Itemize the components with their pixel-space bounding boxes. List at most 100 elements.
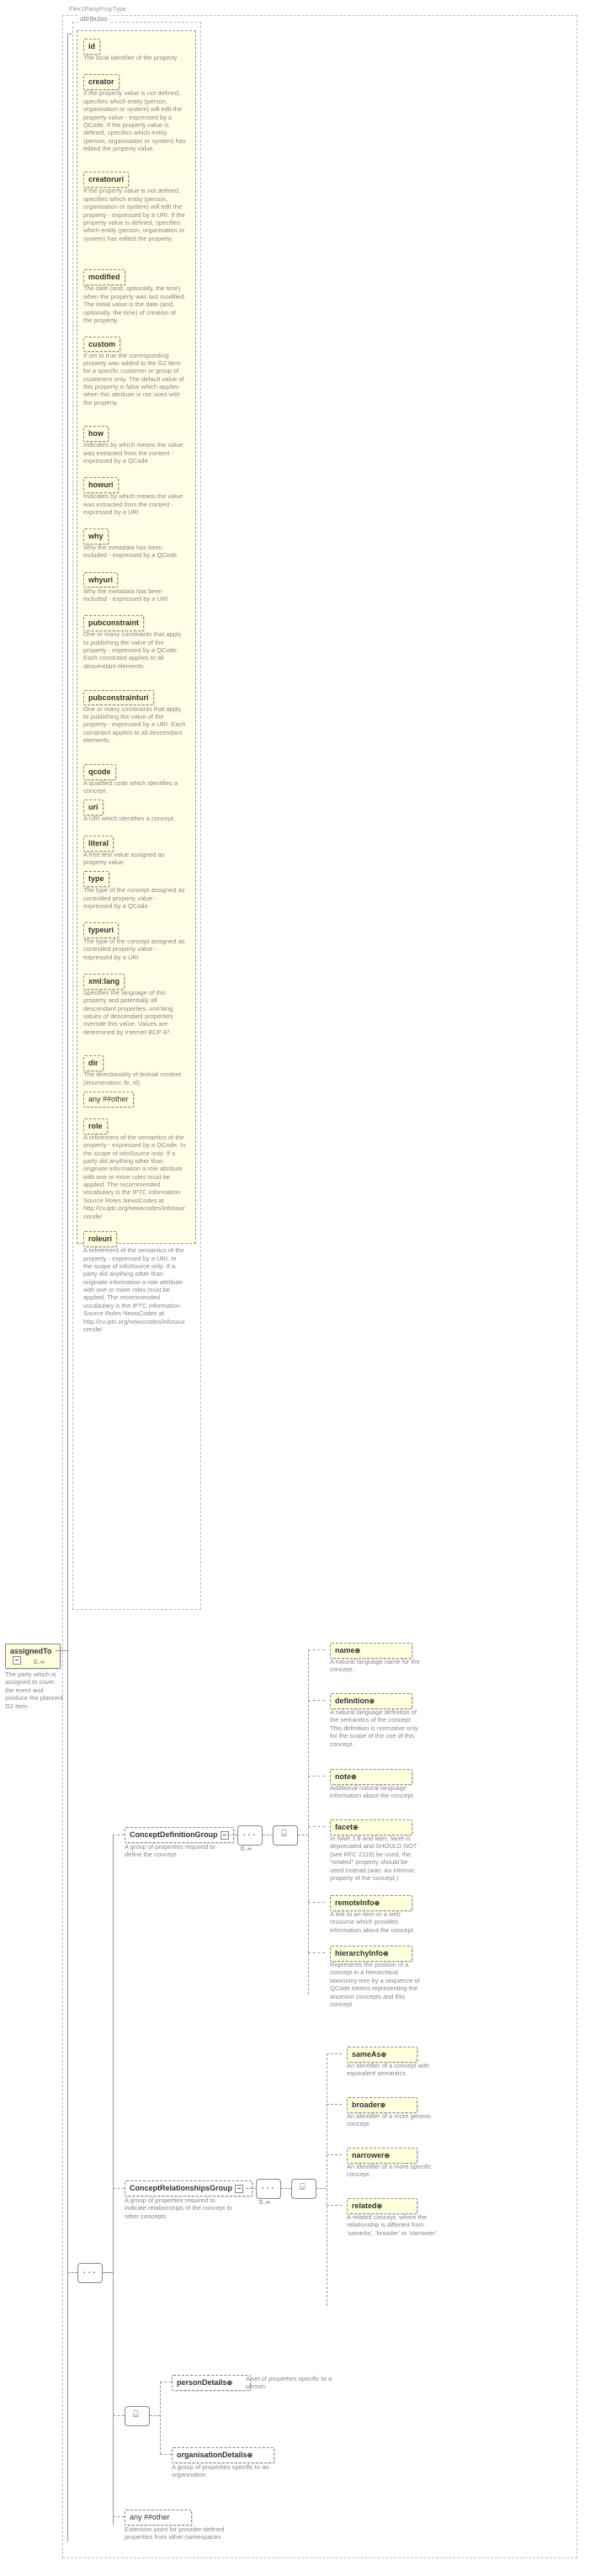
attr-pubconstrainturi-desc: One or many constraints that apply to pu… — [83, 705, 186, 745]
conn-choice-h — [113, 2415, 125, 2416]
conn-seq-h — [67, 2272, 77, 2273]
attr-uri: uri — [83, 799, 104, 815]
attr-howuri-desc: Indicates by which means the value was e… — [83, 492, 186, 516]
attr-dir-desc: The directionality of textual content (e… — [83, 1070, 186, 1086]
cdg-desc: A group of properties required to define… — [125, 1843, 224, 1859]
attr-creatoruri: creatoruri — [83, 172, 129, 188]
attr-whyuri: whyuri — [83, 572, 118, 588]
ConceptRelationshipsGroup-box: ConceptRelationshipsGroup− — [125, 2180, 252, 2196]
attr-dir: dir — [83, 1055, 104, 1071]
crg-occ: 0..∞ — [259, 2200, 270, 2206]
any-bottom-name: any ##other — [130, 2513, 170, 2521]
cdg-definition: definition⊕ — [330, 1693, 412, 1709]
cdg-note-desc: Additional natural language information … — [330, 1784, 423, 1800]
attr-roleuri: roleuri — [83, 1231, 117, 1247]
conn-seq-v — [113, 1835, 114, 2525]
crg-broader-desc: An identifier of a more generic concept. — [347, 2112, 439, 2128]
attr-creator: creator — [83, 74, 120, 90]
attr-why: why — [83, 528, 109, 544]
attr-any ##other: any ##other — [83, 1091, 134, 1107]
cdg-seq — [237, 1825, 263, 1846]
crg-name: ConceptRelationshipsGroup — [130, 2184, 232, 2192]
cdg-name: name⊕ — [330, 1643, 412, 1659]
attr-howuri: howuri — [83, 477, 119, 493]
attr-typeuri-desc: The type of the concept assigned as cont… — [83, 937, 186, 961]
conn-seq-h2 — [103, 2272, 113, 2273]
ConceptDefinitionGroup-box: ConceptDefinitionGroup− — [125, 1827, 234, 1843]
any-bottom-box: any ##other — [125, 2510, 192, 2526]
cdg-name-desc: A natural language name for the concept. — [330, 1658, 423, 1674]
cdg-h-note — [308, 1776, 325, 1777]
od-name: organisationDetails — [177, 2451, 247, 2459]
attr-id: id — [83, 39, 100, 55]
attr-how: how — [83, 426, 109, 442]
attr-pubconstraint: pubconstraint — [83, 615, 144, 631]
root-name: assignedTo — [10, 1647, 51, 1655]
cdg-note: note⊕ — [330, 1769, 412, 1785]
attr-typeuri: typeuri — [83, 922, 119, 938]
attr-why-desc: Why the metadata has been included - exp… — [83, 544, 186, 560]
choice-out-h — [150, 2415, 160, 2416]
crg-out-h — [246, 2188, 256, 2189]
root-occ: 0..∞ — [34, 1660, 45, 1665]
cdg-name: ConceptDefinitionGroup — [130, 1830, 218, 1839]
conn-attrframe — [67, 34, 72, 35]
crg-h-sameAs — [327, 2053, 342, 2054]
personDetails-box: personDetails⊕ — [172, 2375, 251, 2391]
crg-seq-h2 — [281, 2188, 291, 2189]
cdg-h-facet — [308, 1826, 325, 1827]
attr-type-desc: The type of the concept assigned as cont… — [83, 886, 186, 910]
sequence-connector — [77, 2263, 103, 2283]
attr-creatoruri-desc: If the property value is not defined, sp… — [83, 187, 186, 242]
attr-qcode: qcode — [83, 764, 116, 780]
attr-custom: custom — [83, 337, 120, 353]
attr-creator-desc: If the property value is not defined, sp… — [83, 89, 186, 152]
any-bottom-desc: Extension point for provider-defined pro… — [125, 2526, 226, 2541]
attr-custom-desc: If set to true the corresponding propert… — [83, 352, 186, 407]
crg-sameAs: sameAs⊕ — [347, 2047, 417, 2063]
attr-xml:lang-desc: Specifies the language of this property … — [83, 989, 186, 1036]
cdg-h-hierarchyInfo — [308, 1952, 325, 1953]
pd-name: personDetails — [177, 2378, 227, 2387]
crg-h-narrower — [327, 2154, 342, 2155]
attr-roleuri-desc: A refinement of the semantics of the pro… — [83, 1246, 186, 1333]
conn-crg-h — [113, 2188, 125, 2189]
crg-choice-h — [316, 2188, 327, 2189]
cdg-h-remoteInfo — [308, 1902, 325, 1903]
od-h — [160, 2454, 172, 2455]
crg-h-broader — [327, 2104, 342, 2105]
cdg-remoteInfo-desc: A link to an item or a web resource whic… — [330, 1910, 423, 1934]
choice-v — [160, 2382, 161, 2454]
od-desc: A group of properties specific to an org… — [172, 2463, 273, 2479]
crg-narrower-desc: An identifier of a more specific concept… — [347, 2163, 439, 2179]
attr-pubconstraint-desc: One or many constraints that apply to pu… — [83, 630, 186, 670]
collapse-toggle[interactable]: − — [13, 1656, 21, 1665]
cdg-h-definition — [308, 1700, 325, 1701]
cdg-definition-desc: A natural language definition of the sem… — [330, 1708, 423, 1748]
crg-desc: A group of properties required to indica… — [125, 2196, 237, 2220]
attr-qcode-desc: A qualified code which identifies a conc… — [83, 779, 186, 795]
cdg-hierarchyInfo: hierarchyInfo⊕ — [330, 1946, 412, 1962]
cdg-facet: facet⊕ — [330, 1819, 412, 1835]
crg-seq — [256, 2179, 281, 2199]
attr-type: type — [83, 871, 109, 887]
attr-role: role — [83, 1118, 108, 1134]
crg-choice — [291, 2179, 316, 2199]
any-bottom-h — [113, 2516, 125, 2517]
attributes-label: attributes — [78, 15, 109, 23]
crg-h-related — [327, 2205, 342, 2206]
organisationDetails-box: organisationDetails⊕ — [172, 2447, 274, 2463]
cdg-choice-v — [308, 1649, 309, 1994]
attr-literal-desc: A free-text value assigned as property v… — [83, 851, 186, 867]
cdg-occ: 0..∞ — [241, 1846, 252, 1852]
pd-od-choice — [125, 2406, 150, 2426]
conn-root-h — [56, 1650, 67, 1651]
attr-xml:lang: xml:lang — [83, 974, 125, 990]
crg-toggle[interactable]: − — [235, 2185, 243, 2193]
conn-main-v — [67, 34, 68, 2541]
attr-modified-desc: The date (and, optionally, the time) whe… — [83, 284, 186, 324]
root-assignedTo: assignedTo− — [5, 1644, 61, 1669]
attr-literal: literal — [83, 836, 114, 852]
cdg-remoteInfo: remoteInfo⊕ — [330, 1895, 412, 1911]
crg-narrower: narrower⊕ — [347, 2148, 417, 2164]
